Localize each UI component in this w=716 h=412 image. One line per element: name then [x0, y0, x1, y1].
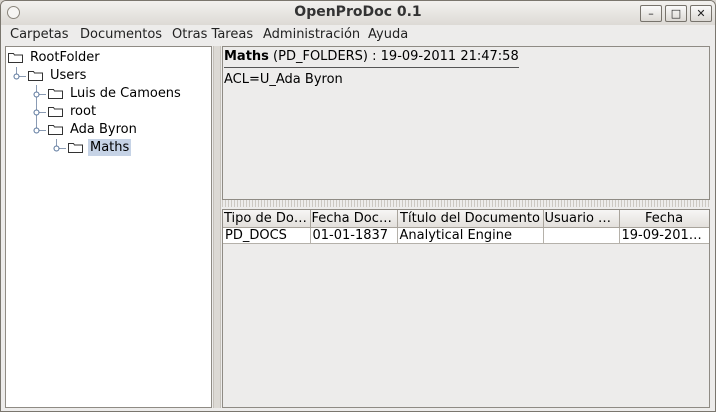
folder-icon — [48, 125, 63, 135]
tree-item-label: Maths — [88, 139, 132, 156]
documents-table: Tipo de Doc... Fecha Docu... Título del … — [223, 210, 709, 244]
cell-fecha: 19-09-2011... — [619, 227, 709, 244]
folder-icon — [48, 107, 63, 117]
horizontal-splitter[interactable] — [222, 200, 710, 207]
tree-item-label: root — [70, 104, 97, 119]
menu-ayuda[interactable]: Ayuda — [368, 27, 408, 42]
folder-name: Maths — [224, 49, 269, 64]
tree-item-label: Users — [50, 68, 87, 83]
table-row[interactable]: PD_DOCS 01-01-1837 Analytical Engine 19-… — [223, 227, 709, 244]
title-bar[interactable]: OpenProDoc 0.1 – □ ✕ — [1, 1, 715, 26]
folder-icon — [28, 71, 43, 81]
cell-fecha-doc: 01-01-1837 — [310, 227, 398, 244]
folder-info-panel: Maths (PD_FOLDERS) : 19-09-2011 21:47:58… — [222, 46, 710, 200]
tree-item-label: RootFolder — [30, 50, 100, 65]
folder-icon — [48, 89, 63, 99]
cell-titulo: Analytical Engine — [397, 227, 544, 244]
table-header-row: Tipo de Doc... Fecha Docu... Título del … — [223, 210, 709, 228]
vertical-splitter[interactable] — [213, 46, 221, 408]
cell-usuario — [543, 227, 620, 244]
column-header-usuario[interactable]: Usuario d... — [543, 210, 620, 228]
menu-administracion[interactable]: Administración — [263, 27, 360, 42]
column-header-fecha-doc[interactable]: Fecha Docu... — [310, 210, 398, 228]
menu-documentos[interactable]: Documentos — [80, 27, 162, 42]
menu-bar: Carpetas Documentos Otras Tareas Adminis… — [1, 25, 715, 45]
window-title: OpenProDoc 0.1 — [294, 4, 422, 20]
folder-detail: (PD_FOLDERS) : 19-09-2011 21:47:58 — [268, 49, 519, 64]
column-header-fecha[interactable]: Fecha — [619, 210, 709, 228]
minimize-button[interactable]: – — [640, 5, 662, 22]
column-header-tipo[interactable]: Tipo de Doc... — [223, 210, 311, 228]
maximize-button[interactable]: □ — [665, 5, 687, 22]
close-button[interactable]: ✕ — [690, 5, 712, 22]
folder-acl: ACL=U_Ada Byron — [224, 72, 343, 87]
tree-item-label: Ada Byron — [70, 122, 137, 137]
folder-icon — [68, 143, 83, 153]
column-header-titulo[interactable]: Título del Documento — [397, 210, 544, 228]
documents-table-panel: Tipo de Doc... Fecha Docu... Título del … — [222, 209, 710, 408]
menu-carpetas[interactable]: Carpetas — [10, 27, 68, 42]
tree-item-label: Luis de Camoens — [70, 86, 181, 101]
app-window: OpenProDoc 0.1 – □ ✕ Carpetas Documentos… — [0, 0, 716, 412]
folder-icon — [8, 53, 23, 63]
cell-tipo: PD_DOCS — [223, 227, 311, 244]
menu-otras-tareas[interactable]: Otras Tareas — [172, 27, 253, 42]
folder-info-header: Maths (PD_FOLDERS) : 19-09-2011 21:47:58 — [224, 49, 519, 68]
folder-tree[interactable]: RootFolder Users Luis de Camoens root Ad… — [5, 46, 212, 408]
